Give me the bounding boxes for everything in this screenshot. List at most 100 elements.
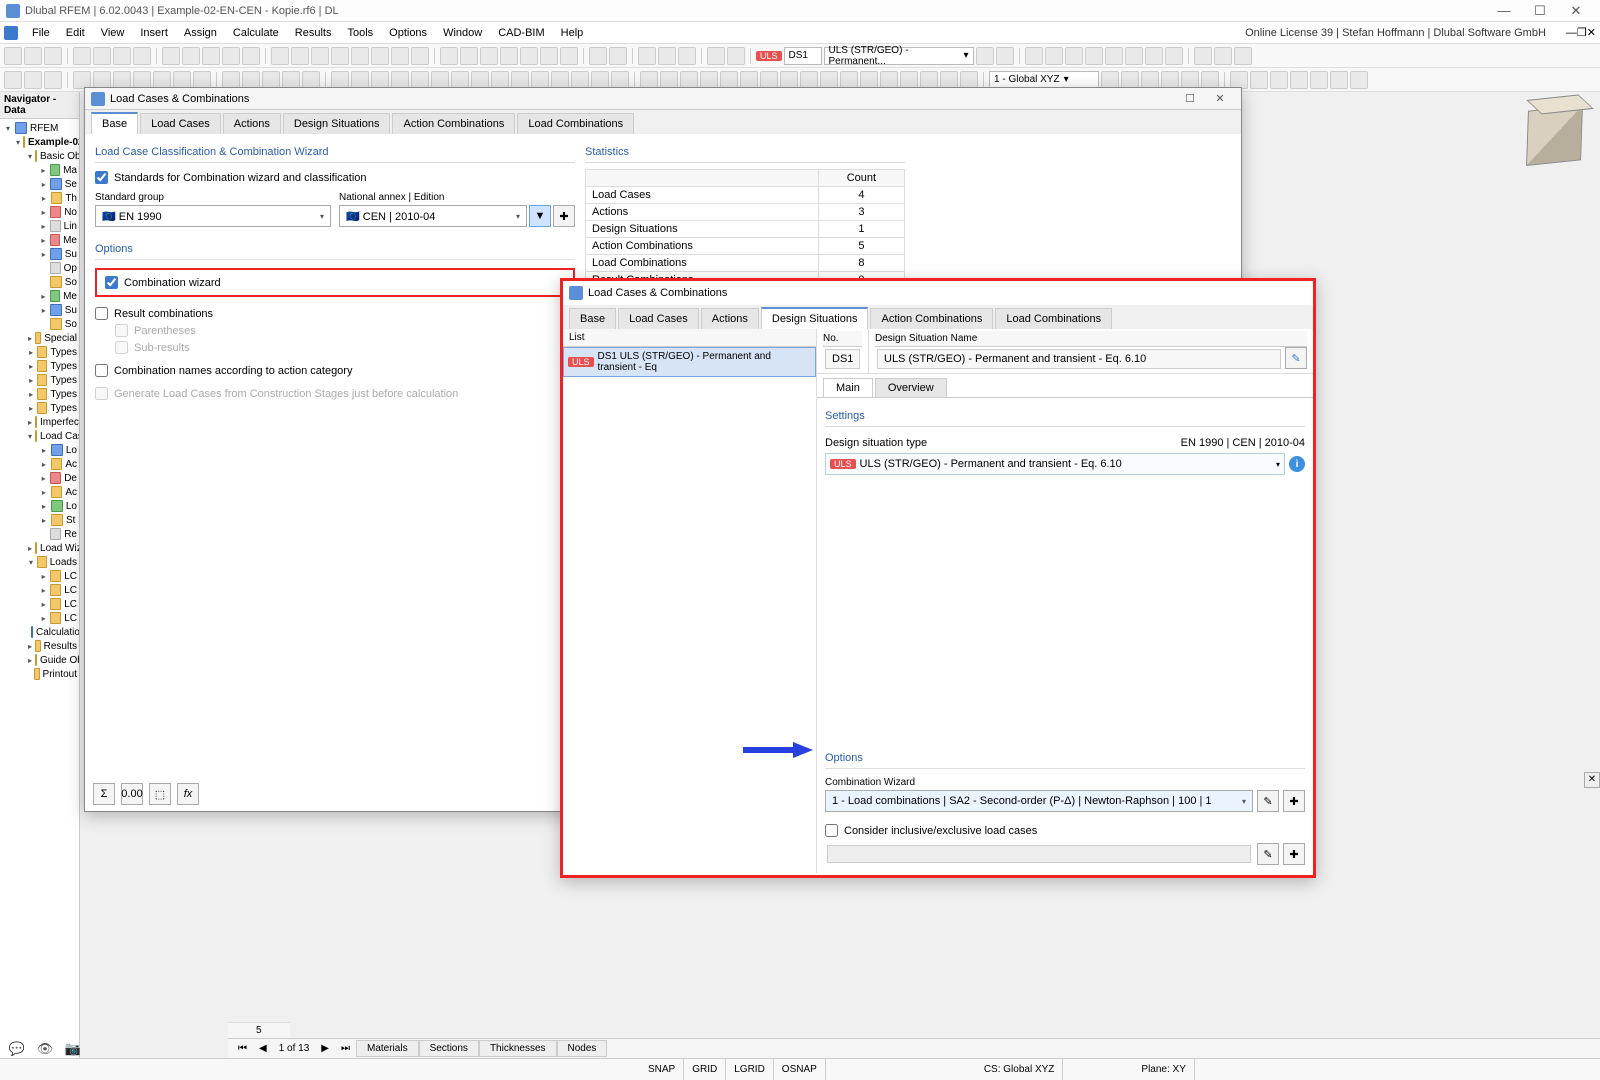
tool-icon[interactable] <box>589 47 607 65</box>
tool-icon[interactable] <box>44 71 62 89</box>
tool-icon[interactable] <box>93 47 111 65</box>
annex-combo[interactable]: 🇪🇺 CEN | 2010-04▾ <box>339 205 527 227</box>
tree-item[interactable]: So <box>2 317 77 331</box>
tool-icon[interactable] <box>680 71 698 89</box>
menu-insert[interactable]: Insert <box>132 27 176 39</box>
view-cube[interactable] <box>1517 98 1592 173</box>
tool-icon[interactable] <box>1194 47 1212 65</box>
tree-calc[interactable]: Calculation <box>2 625 77 639</box>
tree-item[interactable]: ▸St <box>2 513 77 527</box>
close-button[interactable]: ✕ <box>1558 3 1594 19</box>
tool-icon[interactable] <box>371 47 389 65</box>
tool-icon[interactable] <box>44 47 62 65</box>
tool-icon[interactable] <box>900 71 918 89</box>
tool-icon[interactable] <box>480 47 498 65</box>
tree-item[interactable]: ▸No <box>2 205 77 219</box>
ds-selector[interactable]: DS1 <box>784 47 822 65</box>
tool-icon[interactable] <box>1025 47 1043 65</box>
dialog-maximize[interactable]: ☐ <box>1175 92 1205 105</box>
tool-icon[interactable] <box>440 47 458 65</box>
tab-loadcases[interactable]: Load Cases <box>618 308 699 329</box>
tool-icon[interactable] <box>1330 71 1348 89</box>
tool-icon[interactable] <box>4 71 22 89</box>
tool-icon[interactable] <box>282 71 300 89</box>
tool-icon[interactable] <box>411 47 429 65</box>
snap-toggle[interactable]: SNAP <box>640 1059 684 1080</box>
tree-results[interactable]: ▸Results <box>2 639 77 653</box>
tree-item[interactable]: ▸LC <box>2 611 77 625</box>
menu-cadbim[interactable]: CAD-BIM <box>490 27 552 39</box>
tab-base[interactable]: Base <box>569 308 616 329</box>
info-icon[interactable]: i <box>1289 456 1305 472</box>
chk-combnames[interactable]: Combination names according to action ca… <box>95 362 575 379</box>
tool-icon[interactable] <box>940 71 958 89</box>
lgrid-toggle[interactable]: LGRID <box>726 1059 774 1080</box>
tool-icon[interactable] <box>1214 47 1232 65</box>
tab-loadcases[interactable]: Load Cases <box>140 113 221 134</box>
tool-icon[interactable] <box>1290 71 1308 89</box>
tool-icon[interactable] <box>193 71 211 89</box>
tool-icon[interactable] <box>678 47 696 65</box>
script-icon[interactable]: fx <box>177 783 199 805</box>
dstype-selector[interactable]: ULS ULS (STR/GEO) - Permanent and transi… <box>825 453 1285 475</box>
tool-icon[interactable] <box>242 71 260 89</box>
display-icon[interactable]: ⬚ <box>149 783 171 805</box>
tool-icon[interactable] <box>391 71 409 89</box>
tool-icon[interactable] <box>153 71 171 89</box>
tool-icon[interactable] <box>860 71 878 89</box>
tool-icon[interactable] <box>173 71 191 89</box>
prev-page-icon[interactable]: ◀ <box>253 1041 273 1056</box>
tree-item[interactable]: ▸Su <box>2 303 77 317</box>
tool-icon[interactable] <box>820 71 838 89</box>
tree-item[interactable]: ▸Me <box>2 233 77 247</box>
tool-icon[interactable] <box>660 71 678 89</box>
tool-icon[interactable] <box>571 71 589 89</box>
tree-types[interactable]: ▸Types <box>2 387 77 401</box>
grid-toggle[interactable]: GRID <box>684 1059 726 1080</box>
tool-icon[interactable] <box>920 71 938 89</box>
tool-icon[interactable] <box>262 71 280 89</box>
tool-icon[interactable] <box>93 71 111 89</box>
tool-icon[interactable] <box>182 47 200 65</box>
tab-loadcomb[interactable]: Load Combinations <box>517 113 634 134</box>
tool-icon[interactable] <box>640 71 658 89</box>
tool-icon[interactable] <box>1270 71 1288 89</box>
panel-close-icon[interactable]: ✕ <box>1584 772 1600 788</box>
tab-actions[interactable]: Actions <box>701 308 759 329</box>
tree-item[interactable]: Op <box>2 261 77 275</box>
tool-icon[interactable] <box>133 47 151 65</box>
tree-project[interactable]: ▾Example-02 <box>2 135 77 149</box>
tree-item[interactable]: ▸Me <box>2 289 77 303</box>
dialog-close[interactable]: ✕ <box>1205 92 1235 105</box>
tree-types[interactable]: ▸Types <box>2 345 77 359</box>
tree-root[interactable]: ▾RFEM <box>2 121 77 135</box>
sheet-tab-thicknesses[interactable]: Thicknesses <box>479 1040 557 1057</box>
tool-icon[interactable] <box>1141 71 1159 89</box>
last-page-icon[interactable]: ⏭ <box>335 1041 356 1056</box>
tree-item[interactable]: ▸Lo <box>2 499 77 513</box>
list-item-ds1[interactable]: ULS DS1 ULS (STR/GEO) - Permanent and tr… <box>563 347 816 377</box>
new-wizard-icon[interactable]: ✚ <box>1283 790 1305 812</box>
next-page-icon[interactable]: ▶ <box>315 1041 335 1056</box>
tool-icon[interactable] <box>1101 71 1119 89</box>
tool-icon[interactable] <box>976 47 994 65</box>
camera-icon[interactable]: 📷 <box>64 1042 82 1056</box>
tree-item[interactable]: ▸Su <box>2 247 77 261</box>
tree-guide[interactable]: ▸Guide Objects <box>2 653 77 667</box>
tool-icon[interactable] <box>1085 47 1103 65</box>
tool-icon[interactable] <box>451 71 469 89</box>
tool-icon[interactable] <box>1250 71 1268 89</box>
tool-icon[interactable] <box>460 47 478 65</box>
tab-loadcomb[interactable]: Load Combinations <box>995 308 1112 329</box>
tool-icon[interactable] <box>222 71 240 89</box>
sheet-tab-nodes[interactable]: Nodes <box>557 1040 608 1057</box>
mdi-close-icon[interactable]: ✕ <box>1587 26 1596 39</box>
cs-selector[interactable]: 1 - Global XYZ▾ <box>989 71 1099 89</box>
tool-icon[interactable] <box>840 71 858 89</box>
new-icon[interactable]: ✚ <box>1283 843 1305 865</box>
tool-icon[interactable] <box>162 47 180 65</box>
tool-icon[interactable] <box>113 47 131 65</box>
tool-icon[interactable] <box>4 47 22 65</box>
tool-icon[interactable] <box>1230 71 1248 89</box>
menu-options[interactable]: Options <box>381 27 435 39</box>
